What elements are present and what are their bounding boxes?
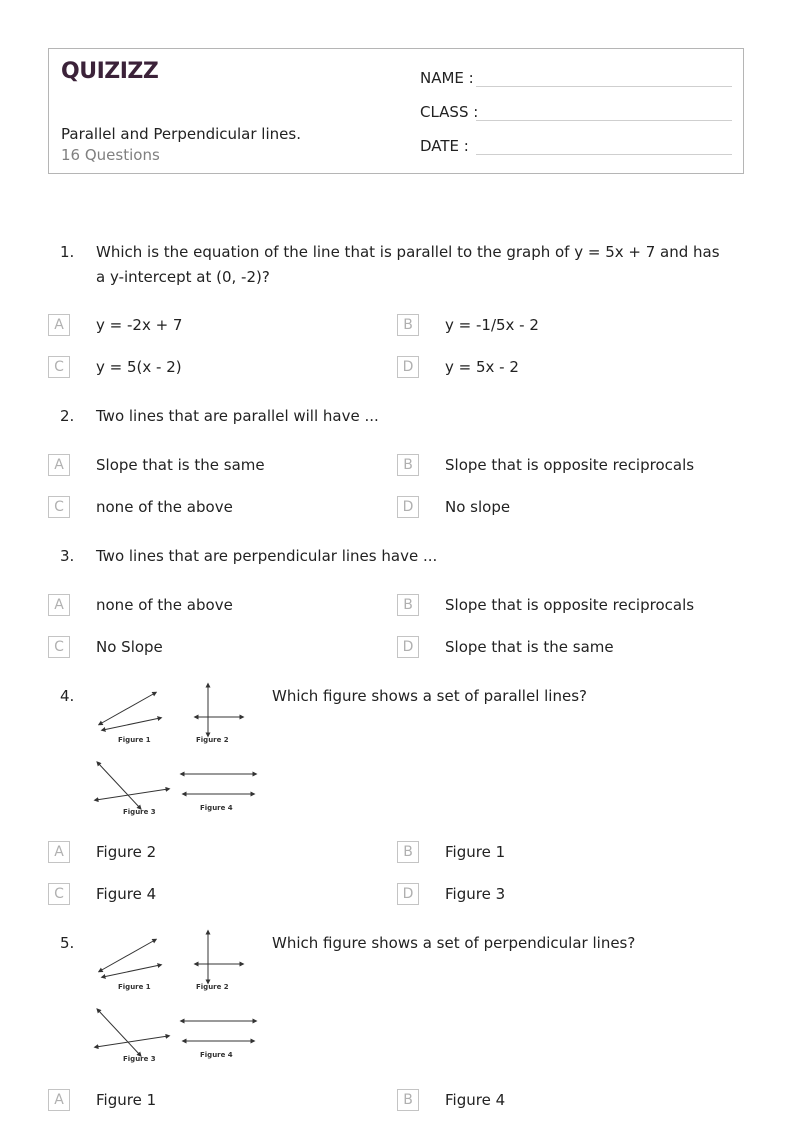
- question-text: Which figure shows a set of perpendicula…: [272, 934, 636, 952]
- option-4c[interactable]: C Figure 4: [48, 883, 156, 905]
- option-5b[interactable]: B Figure 4: [397, 1089, 505, 1111]
- question-number: 4.: [60, 687, 75, 705]
- figures-image-q5: Figure 1 Figure 2 Figure 3 Figure 4: [93, 929, 258, 1063]
- name-label: NAME :: [420, 69, 474, 87]
- option-letter-box: A: [48, 594, 70, 616]
- option-text: y = -2x + 7: [96, 316, 183, 334]
- option-letter-box: C: [48, 356, 70, 378]
- figure-4-label: Figure 4: [200, 804, 233, 812]
- figure-3-label: Figure 3: [123, 808, 156, 816]
- option-4d[interactable]: D Figure 3: [397, 883, 505, 905]
- option-text: Slope that is the same: [445, 638, 614, 656]
- figures-image-q4: Figure 1 Figure 2 Figure 3 Figure 4: [93, 682, 258, 816]
- option-text: Figure 4: [96, 885, 157, 903]
- option-5a[interactable]: A Figure 1: [48, 1089, 156, 1111]
- option-3a[interactable]: A none of the above: [48, 594, 233, 616]
- option-letter-box: C: [48, 636, 70, 658]
- option-2a[interactable]: A Slope that is the same: [48, 454, 265, 476]
- class-input-line[interactable]: [476, 102, 732, 121]
- question-4-text-wrap: Which figure shows a set of parallel lin…: [272, 684, 587, 709]
- option-letter-box: A: [48, 1089, 70, 1111]
- option-2c[interactable]: C none of the above: [48, 496, 233, 518]
- option-letter-box: D: [397, 883, 419, 905]
- question-count: 16 Questions: [61, 146, 160, 164]
- option-4b[interactable]: B Figure 1: [397, 841, 505, 863]
- option-letter-box: D: [397, 356, 419, 378]
- option-text: No Slope: [96, 638, 163, 656]
- figure-4-label: Figure 4: [200, 1051, 233, 1059]
- option-text: y = 5(x - 2): [96, 358, 182, 376]
- figure-2-label: Figure 2: [196, 736, 229, 744]
- figure-1-label: Figure 1: [118, 983, 151, 991]
- quizizz-logo: QUIZIZZ: [61, 59, 159, 84]
- date-label: DATE :: [420, 137, 469, 155]
- option-3b[interactable]: B Slope that is opposite reciprocals: [397, 594, 694, 616]
- name-input-line[interactable]: [476, 68, 732, 87]
- question-number: 3.: [60, 547, 75, 565]
- option-text: No slope: [445, 498, 511, 516]
- figure-1: Figure 1: [97, 938, 163, 991]
- date-input-line[interactable]: [476, 136, 732, 155]
- option-3d[interactable]: D Slope that is the same: [397, 636, 614, 658]
- figure-2: Figure 2: [193, 929, 245, 991]
- option-2d[interactable]: D No slope: [397, 496, 510, 518]
- option-letter-box: B: [397, 454, 419, 476]
- option-letter-box: B: [397, 841, 419, 863]
- option-text: Figure 1: [96, 1091, 157, 1109]
- option-letter-box: B: [397, 314, 419, 336]
- option-text: Figure 2: [96, 843, 157, 861]
- date-field[interactable]: DATE :: [420, 136, 732, 155]
- option-letter-box: A: [48, 454, 70, 476]
- question-text: Two lines that are parallel will have ..…: [96, 407, 379, 425]
- question-number: 2.: [60, 407, 75, 425]
- option-text: Slope that is opposite reciprocals: [445, 456, 695, 474]
- question-number: 5.: [60, 934, 75, 952]
- figure-3: Figure 3: [93, 761, 171, 816]
- class-label: CLASS :: [420, 103, 479, 121]
- option-text: y = 5x - 2: [445, 358, 519, 376]
- question-text: Which figure shows a set of parallel lin…: [272, 687, 587, 705]
- option-1a[interactable]: A y = -2x + 7: [48, 314, 182, 336]
- option-text: y = -1/5x - 2: [445, 316, 539, 334]
- figure-1: Figure 1: [97, 691, 163, 744]
- figure-1-label: Figure 1: [118, 736, 151, 744]
- figure-2-label: Figure 2: [196, 983, 229, 991]
- option-text: none of the above: [96, 596, 233, 614]
- option-text: Slope that is the same: [96, 456, 265, 474]
- option-1b[interactable]: B y = -1/5x - 2: [397, 314, 539, 336]
- figure-4: Figure 4: [179, 1018, 258, 1059]
- option-text: none of the above: [96, 498, 233, 516]
- option-letter-box: C: [48, 883, 70, 905]
- option-letter-box: A: [48, 841, 70, 863]
- question-5-text-wrap: Which figure shows a set of perpendicula…: [272, 931, 635, 956]
- option-2b[interactable]: B Slope that is opposite reciprocals: [397, 454, 694, 476]
- option-letter-box: A: [48, 314, 70, 336]
- option-letter-box: B: [397, 594, 419, 616]
- figure-2: Figure 2: [193, 682, 245, 744]
- option-3c[interactable]: C No Slope: [48, 636, 163, 658]
- worksheet-header: QUIZIZZ Parallel and Perpendicular lines…: [48, 48, 744, 174]
- name-field[interactable]: NAME :: [420, 68, 732, 87]
- class-field[interactable]: CLASS :: [420, 102, 732, 121]
- worksheet-title: Parallel and Perpendicular lines.: [61, 125, 301, 143]
- option-4a[interactable]: A Figure 2: [48, 841, 156, 863]
- figure-3-label: Figure 3: [123, 1055, 156, 1063]
- option-letter-box: C: [48, 496, 70, 518]
- option-letter-box: D: [397, 636, 419, 658]
- question-text: Two lines that are perpendicular lines h…: [96, 547, 438, 565]
- figure-3: Figure 3: [93, 1008, 171, 1063]
- option-text: Figure 1: [445, 843, 506, 861]
- option-letter-box: D: [397, 496, 419, 518]
- figure-4: Figure 4: [179, 771, 258, 812]
- option-text: Figure 4: [445, 1091, 506, 1109]
- option-letter-box: B: [397, 1089, 419, 1111]
- question-number: 1.: [60, 243, 75, 261]
- option-text: Figure 3: [445, 885, 506, 903]
- option-1c[interactable]: C y = 5(x - 2): [48, 356, 182, 378]
- option-text: Slope that is opposite reciprocals: [445, 596, 695, 614]
- option-1d[interactable]: D y = 5x - 2: [397, 356, 519, 378]
- question-text: Which is the equation of the line that i…: [96, 243, 720, 286]
